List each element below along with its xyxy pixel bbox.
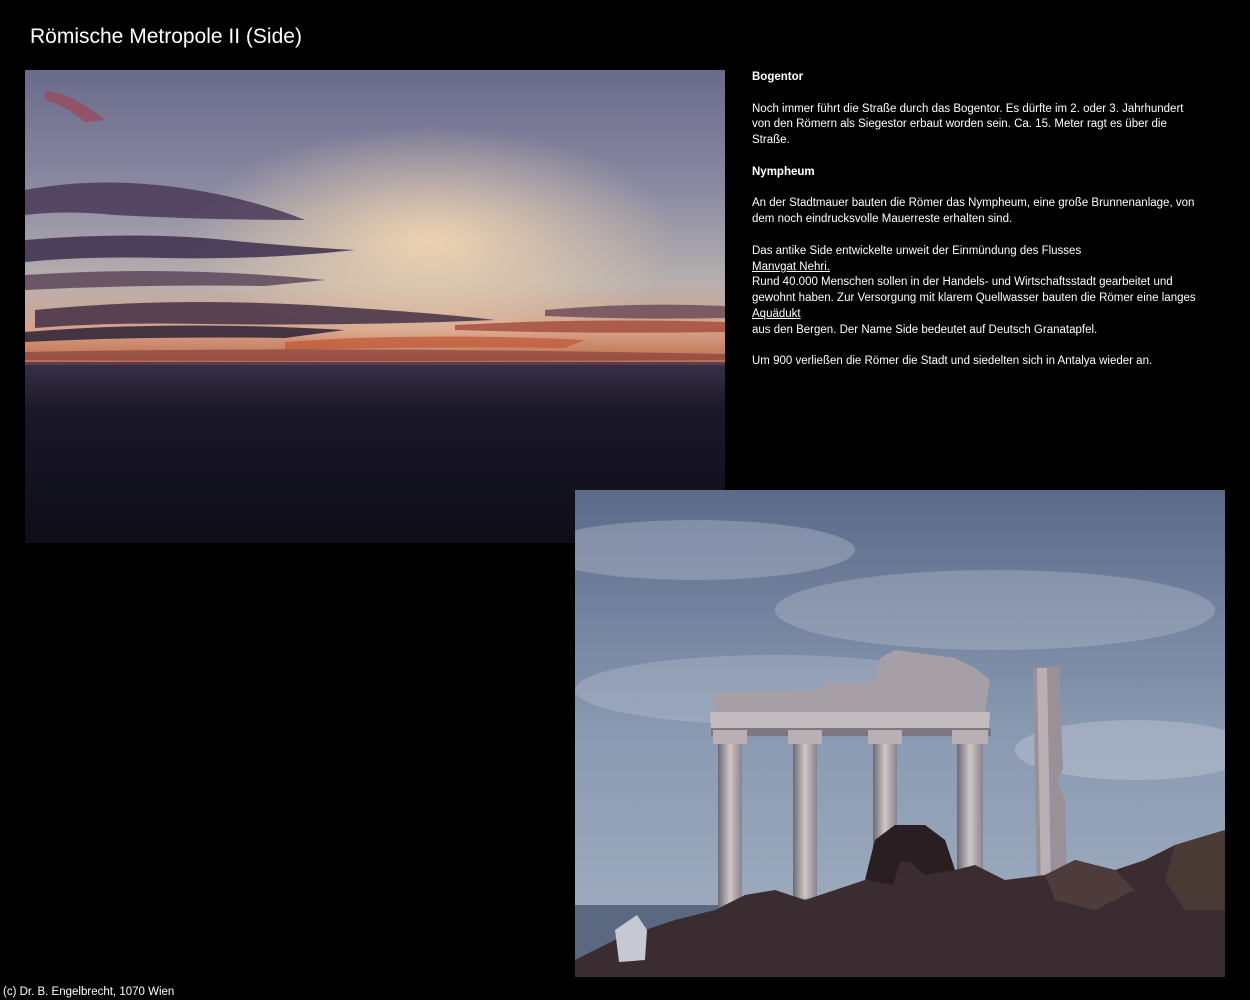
heading-bogentor: Bogentor (752, 71, 804, 83)
link-aquaedukt[interactable]: Aquädukt (752, 307, 1202, 323)
paragraph-side-end: aus den Bergen. Der Name Side bedeutet a… (752, 323, 1098, 336)
link-manavgat[interactable]: Manvgat Nehri. (752, 260, 1202, 276)
paragraph-bogentor: Noch immer führt die Straße durch das Bo… (752, 102, 1184, 147)
paragraph-closing: Um 900 verließen die Römer die Stadt und… (752, 355, 1153, 368)
heading-nympheum: Nympheum (752, 165, 815, 178)
page-title: Römische Metropole II (Side) (30, 25, 302, 48)
paragraph-side-intro: Das antike Side entwickelte unweit der E… (752, 244, 1082, 257)
sunset-photo (25, 70, 725, 543)
paragraph-nympheum: An der Stadtmauer bauten die Römer das N… (752, 197, 1195, 226)
paragraph-side-middle: Rund 40.000 Menschen sollen in der Hande… (752, 276, 1196, 305)
copyright-footer: (c) Dr. B. Engelbrecht, 1070 Wien (3, 986, 175, 998)
article-text: Bogentor Noch immer führt die Straße dur… (752, 70, 1202, 370)
temple-photo (575, 490, 1225, 977)
